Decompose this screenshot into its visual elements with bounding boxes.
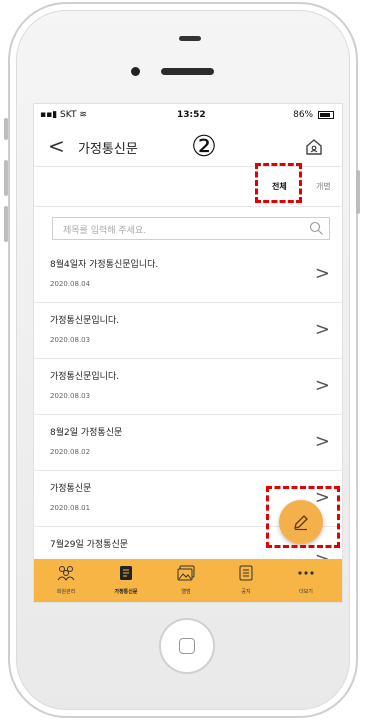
tab-individual[interactable]: 개별 [316, 181, 331, 192]
search-placeholder: 제목를 입력해 주세요. [63, 226, 147, 236]
carrier-label: SKT [60, 110, 77, 120]
bottom-nav: 회원관리 가정통신문 앨범 공지 더보기 [34, 559, 342, 602]
nav-newsletter[interactable]: 가정통신문 [98, 564, 154, 595]
nav-more[interactable]: 더보기 [278, 564, 334, 595]
battery-icon [318, 110, 334, 119]
item-title: 가정통신문입니다. [50, 372, 120, 382]
item-title: 7월29일 가정통신문 [50, 540, 128, 550]
item-date: 2020.08.02 [50, 448, 91, 456]
earpiece [179, 36, 201, 41]
chevron-right-icon: > [314, 319, 330, 340]
item-date: 2020.08.03 [50, 336, 91, 344]
more-icon [298, 571, 314, 575]
nav-notice[interactable]: 공지 [218, 564, 274, 595]
battery-status: 86% [293, 110, 334, 120]
status-time: 13:52 [177, 110, 206, 120]
tabs-divider [34, 206, 342, 207]
search-icon[interactable] [309, 221, 324, 236]
item-date: 2020.08.01 [50, 504, 91, 512]
nav-label: 더보기 [299, 589, 313, 595]
item-date: 2020.08.04 [50, 280, 91, 288]
front-camera [131, 67, 140, 76]
item-title: 8월2일 가정통신문 [50, 428, 123, 438]
list-item[interactable]: 가정통신문입니다. 2020.08.03 > [34, 359, 342, 415]
app-header: < 가정통신문 ② [34, 126, 342, 166]
nav-album[interactable]: 앨범 [158, 564, 214, 595]
notice-icon [239, 565, 253, 581]
power-button [356, 170, 360, 214]
album-icon [177, 565, 195, 581]
tab-highlight-box [255, 163, 302, 203]
volume-down-button [4, 206, 8, 242]
back-button[interactable]: < [48, 136, 65, 156]
home-button[interactable] [159, 618, 215, 674]
document-icon [120, 566, 132, 580]
list-item[interactable]: 8월2일 가정통신문 2020.08.02 > [34, 415, 342, 471]
status-bar: ▪▪▮ SKT ≋ 13:52 86% [34, 104, 342, 126]
search-field[interactable]: 제목를 입력해 주세요. [52, 217, 330, 240]
nav-label: 가정통신문 [114, 589, 138, 595]
nav-member[interactable]: 회원관리 [38, 564, 94, 595]
carrier-signal: ▪▪▮ SKT ≋ [40, 110, 87, 120]
page-title: 가정통신문 [78, 142, 138, 157]
mute-switch [4, 118, 8, 140]
signal-icon: ▪▪▮ [40, 110, 58, 120]
volume-up-button [4, 160, 8, 196]
nav-label: 앨범 [181, 589, 191, 595]
wifi-icon: ≋ [79, 110, 87, 120]
people-icon [57, 566, 75, 581]
chevron-right-icon: > [314, 375, 330, 396]
list-item[interactable]: 가정통신문입니다. 2020.08.03 > [34, 303, 342, 359]
fab-highlight-box [266, 486, 340, 548]
chevron-right-icon: > [314, 431, 330, 452]
nav-label: 공지 [241, 589, 251, 595]
item-title: 가정통신문입니다. [50, 316, 120, 326]
battery-percent: 86% [293, 110, 314, 120]
home-icon[interactable] [305, 138, 323, 156]
home-square-icon [179, 638, 195, 654]
app-screen: ▪▪▮ SKT ≋ 13:52 86% < 가정통신문 ② 전체 개별 제목를 … [33, 103, 343, 603]
item-title: 8월4일자 가정통신문입니다. [50, 260, 159, 270]
item-date: 2020.08.03 [50, 392, 91, 400]
item-title: 가정통신문 [50, 484, 92, 494]
chevron-right-icon: > [314, 263, 330, 284]
step-marker: ② [191, 129, 217, 163]
list-item[interactable]: 8월4일자 가정통신문입니다. 2020.08.04 > [34, 247, 342, 303]
speaker-grille [161, 68, 214, 75]
nav-label: 회원관리 [56, 589, 76, 595]
